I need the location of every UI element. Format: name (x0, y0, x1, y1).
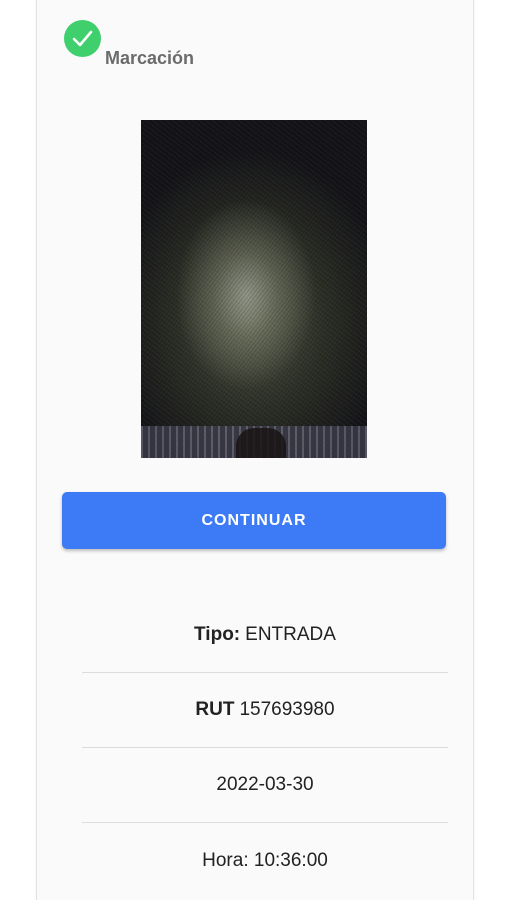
tipo-value: ENTRADA (245, 624, 336, 645)
date-value: 2022-03-30 (216, 774, 314, 795)
photo-grain (141, 120, 367, 458)
header: Marcación (64, 20, 364, 72)
continue-button[interactable]: CONTINUAR (62, 492, 446, 549)
rut-value: 157693980 (239, 699, 335, 720)
hora-value: Hora: 10:36:00 (202, 849, 328, 871)
photo-shadow (236, 428, 286, 458)
page: Marcación CONTINUAR Tipo: ENTRADA RUT 15… (0, 0, 507, 900)
captured-photo (141, 120, 367, 458)
check-circle-icon (64, 20, 101, 57)
tipo-label: Tipo: (194, 624, 241, 645)
date-row: 2022-03-30 (82, 748, 448, 823)
rut-label: RUT (195, 699, 235, 720)
tipo-row: Tipo: ENTRADA (82, 598, 448, 673)
page-title: Marcación (105, 48, 195, 68)
details-list: Tipo: ENTRADA RUT 157693980 2022-03-30 H… (82, 598, 448, 898)
hora-row: Hora: 10:36:00 (82, 823, 448, 898)
photo-bottom-strip (141, 426, 367, 458)
rut-row: RUT 157693980 (82, 673, 448, 748)
